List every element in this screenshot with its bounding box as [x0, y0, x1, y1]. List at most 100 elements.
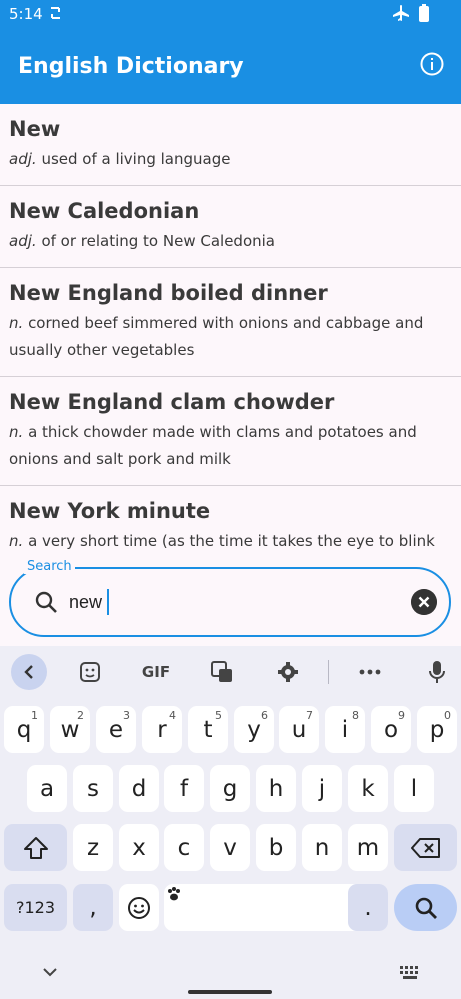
key-label: y — [247, 716, 261, 743]
key-z[interactable]: z — [73, 824, 113, 871]
key-n[interactable]: n — [302, 824, 342, 871]
key-o[interactable]: o9 — [371, 706, 411, 753]
key-a[interactable]: a — [27, 765, 67, 812]
key-label: q — [16, 716, 32, 743]
key-t[interactable]: t5 — [188, 706, 228, 753]
entry-word: New England clam chowder — [9, 390, 335, 414]
entry-definition: n. a very short time (as the time it tak… — [9, 528, 452, 560]
key-d[interactable]: d — [119, 765, 159, 812]
app-title: English Dictionary — [18, 54, 244, 79]
key-label: i — [341, 716, 349, 743]
settings-button[interactable] — [270, 652, 306, 692]
key-q[interactable]: q1 — [4, 706, 44, 753]
translate-icon — [211, 661, 232, 682]
key-m[interactable]: m — [348, 824, 388, 871]
entry-pos: adj. — [9, 232, 37, 250]
status-bar: 5:14 — [0, 0, 461, 28]
emoji-key[interactable] — [119, 884, 159, 931]
gif-button[interactable]: GIF — [136, 652, 176, 692]
key-i[interactable]: i8 — [325, 706, 365, 753]
microphone-icon — [429, 661, 445, 683]
comma-key[interactable]: , — [73, 884, 113, 931]
key-c[interactable]: c — [164, 824, 204, 871]
entry-pos: n. — [9, 532, 24, 550]
backspace-key[interactable] — [394, 824, 457, 871]
entry-definition-text: corned beef simmered with onions and cab… — [9, 314, 424, 359]
search-icon — [35, 591, 57, 613]
entry-pos: adj. — [9, 150, 37, 168]
more-button[interactable] — [352, 652, 388, 692]
list-item[interactable]: New adj. used of a living language — [0, 104, 461, 186]
key-l[interactable]: l — [394, 765, 434, 812]
entry-word: New — [9, 117, 61, 141]
key-u[interactable]: u7 — [279, 706, 319, 753]
entry-definition-text: of or relating to New Caledonia — [41, 232, 275, 250]
symbols-key[interactable]: ?123 — [4, 884, 67, 931]
key-w[interactable]: w2 — [50, 706, 90, 753]
list-item[interactable]: New England clam chowder n. a thick chow… — [0, 377, 461, 486]
airplane-mode-icon — [393, 5, 409, 21]
emoji-icon — [128, 896, 150, 919]
paw-icon — [168, 887, 180, 901]
key-s[interactable]: s — [73, 765, 113, 812]
entry-definition-text: a thick chowder made with clams and pota… — [9, 423, 417, 468]
list-item[interactable]: New York minute n. a very short time (as… — [0, 486, 461, 560]
key-j[interactable]: j — [302, 765, 342, 812]
key-label: p — [429, 716, 445, 743]
key-hint: 9 — [398, 709, 405, 722]
list-item[interactable]: New Caledonian adj. of or relating to Ne… — [0, 186, 461, 268]
shift-icon — [23, 836, 48, 859]
gear-icon — [278, 662, 298, 682]
key-p[interactable]: p0 — [417, 706, 457, 753]
key-y[interactable]: y6 — [234, 706, 274, 753]
results-list: New adj. used of a living language New C… — [0, 104, 461, 560]
period-key[interactable]: . — [348, 884, 388, 931]
entry-word: New Caledonian — [9, 199, 200, 223]
key-label: t — [203, 716, 213, 743]
clear-icon[interactable] — [411, 589, 437, 615]
key-hint: 5 — [215, 709, 222, 722]
search-label: Search — [24, 559, 75, 574]
text-cursor — [107, 589, 109, 615]
search-input[interactable] — [69, 585, 389, 619]
key-f[interactable]: f — [164, 765, 204, 812]
key-hint: 3 — [123, 709, 130, 722]
key-x[interactable]: x — [119, 824, 159, 871]
sync-icon — [51, 7, 60, 19]
key-b[interactable]: b — [256, 824, 296, 871]
voice-input-button[interactable] — [420, 652, 454, 692]
key-label: r — [157, 716, 167, 743]
status-time: 5:14 — [9, 5, 43, 23]
entry-definition: adj. of or relating to New Caledonia — [9, 228, 452, 255]
key-r[interactable]: r4 — [142, 706, 182, 753]
key-hint: 6 — [261, 709, 268, 722]
entry-definition-text: a very short time (as the time it takes … — [9, 532, 435, 560]
entry-pos: n. — [9, 423, 24, 441]
search-icon — [415, 897, 437, 919]
search-action-key[interactable] — [394, 884, 457, 931]
key-label: o — [383, 716, 399, 743]
home-gesture-handle[interactable] — [188, 990, 272, 994]
list-item[interactable]: New England boiled dinner n. corned beef… — [0, 268, 461, 377]
key-e[interactable]: e3 — [96, 706, 136, 753]
search-field[interactable] — [9, 567, 451, 637]
chevron-down-icon[interactable] — [40, 962, 60, 982]
key-k[interactable]: k — [348, 765, 388, 812]
info-icon[interactable] — [419, 51, 445, 77]
key-v[interactable]: v — [210, 824, 250, 871]
app-bar: English Dictionary — [0, 28, 461, 104]
key-label: e — [108, 716, 124, 743]
keyboard-switch-icon[interactable] — [399, 965, 421, 981]
sticker-button[interactable] — [72, 652, 108, 692]
entry-word: New York minute — [9, 499, 211, 523]
translate-button[interactable] — [204, 652, 240, 692]
keyboard-back-button[interactable] — [11, 654, 47, 690]
backspace-icon — [410, 837, 440, 858]
key-h[interactable]: h — [256, 765, 296, 812]
key-hint: 8 — [352, 709, 359, 722]
key-g[interactable]: g — [210, 765, 250, 812]
battery-icon — [419, 4, 429, 22]
chevron-left-icon — [24, 665, 33, 679]
key-hint: 2 — [77, 709, 84, 722]
shift-key[interactable] — [4, 824, 67, 871]
